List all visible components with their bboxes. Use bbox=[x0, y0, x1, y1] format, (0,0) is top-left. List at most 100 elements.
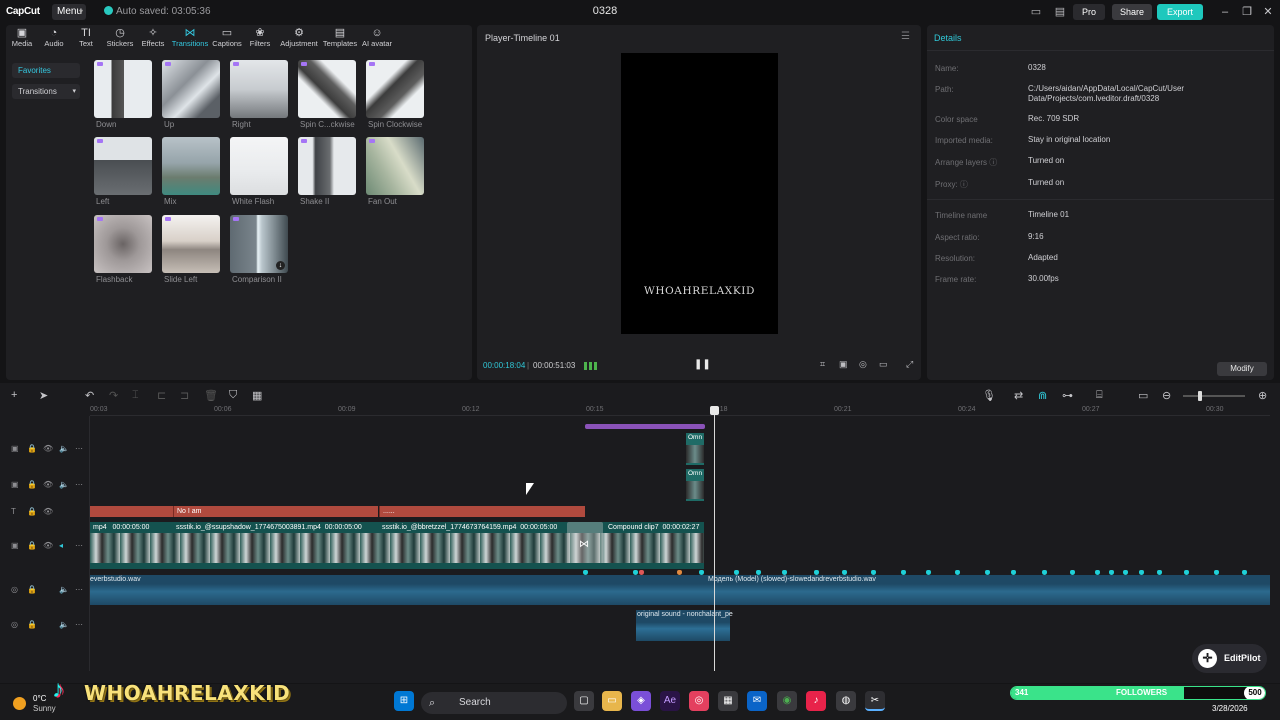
file-explorer-icon[interactable]: ▭ bbox=[602, 691, 622, 711]
chain-icon[interactable]: ⊶ bbox=[1062, 389, 1073, 402]
lock-icon[interactable]: 🔒 bbox=[27, 507, 37, 516]
split-left-icon[interactable]: ⊏ bbox=[157, 389, 166, 402]
shield-icon[interactable]: ⛉ bbox=[229, 389, 237, 402]
transition-thumb-down[interactable] bbox=[94, 60, 152, 118]
share-button[interactable]: Share bbox=[1112, 4, 1152, 20]
audio-clip[interactable]: everbstudio.wav bbox=[90, 575, 708, 605]
transition-thumb-white-flash[interactable] bbox=[230, 137, 288, 195]
transition-thumb-flashback[interactable] bbox=[94, 215, 152, 273]
delete-icon[interactable]: 🗑 bbox=[204, 389, 218, 402]
tool-templates[interactable]: ▤ Templates bbox=[322, 28, 358, 49]
transition-thumb-right[interactable] bbox=[230, 60, 288, 118]
editpilot-button[interactable]: ✛ EditPilot bbox=[1192, 644, 1267, 673]
tool-adjustment[interactable]: ⚙ Adjustment bbox=[278, 28, 320, 49]
more-icon[interactable]: ⋯ bbox=[75, 585, 83, 594]
zoom-in-icon[interactable]: ⊕ bbox=[1258, 389, 1267, 402]
redo-icon[interactable]: ↷ bbox=[109, 389, 118, 402]
speaker-icon[interactable]: 🔈 bbox=[59, 444, 69, 453]
tool-media[interactable]: ▣ Media bbox=[11, 28, 33, 49]
caption-toggle-icon[interactable]: ▭ bbox=[1138, 389, 1148, 402]
select-cursor-icon[interactable]: ➤ bbox=[39, 389, 48, 402]
lock-icon[interactable]: 🔒 bbox=[27, 585, 37, 594]
sidebar-item-favorites[interactable]: Favorites bbox=[12, 63, 80, 78]
tool-effects[interactable]: ✧ Effects bbox=[139, 28, 167, 49]
transition-marker[interactable]: ⋈ bbox=[567, 522, 603, 569]
transition-thumb-spin-clockwise[interactable] bbox=[366, 60, 424, 118]
tool-captions[interactable]: ▭ Captions bbox=[212, 28, 242, 49]
more-icon[interactable]: ⋯ bbox=[75, 541, 83, 550]
split-right-icon[interactable]: ⊐ bbox=[180, 389, 189, 402]
transition-thumb-spin-counterclockwise[interactable] bbox=[298, 60, 356, 118]
layout-icon[interactable]: ▭ bbox=[1027, 5, 1045, 19]
sun-icon[interactable] bbox=[13, 697, 26, 710]
sidebar-item-transitions[interactable]: Transitions ▾ bbox=[12, 84, 80, 99]
lock-icon[interactable]: 🔒 bbox=[27, 541, 37, 550]
capcut-icon[interactable]: ✂ bbox=[865, 691, 885, 711]
tool-ai-avatar[interactable]: ☺ AI avatar bbox=[361, 28, 393, 49]
preview-axis-icon[interactable]: ⌸ bbox=[1096, 389, 1103, 402]
lock-icon[interactable]: 🔒 bbox=[27, 620, 37, 629]
modify-button[interactable]: Modify bbox=[1217, 362, 1267, 376]
more-icon[interactable]: ⋯ bbox=[75, 444, 83, 453]
audio-clip[interactable]: Модель (Model) (slowed)-slowedandreverbs… bbox=[706, 575, 1270, 605]
eye-icon[interactable]: 👁 bbox=[43, 444, 53, 453]
eye-icon[interactable]: 👁 bbox=[43, 480, 53, 489]
speaker-icon[interactable]: 🔈 bbox=[59, 585, 69, 594]
lock-icon[interactable]: 🔒 bbox=[27, 480, 37, 489]
transition-thumb-comparison-ii[interactable]: ↓ bbox=[230, 215, 288, 273]
zoom-slider-handle[interactable] bbox=[1198, 391, 1202, 401]
eye-icon[interactable]: 👁 bbox=[43, 541, 53, 550]
copilot-icon[interactable]: ◈ bbox=[631, 691, 651, 711]
tool-transitions[interactable]: ⋈ Transitions bbox=[170, 28, 210, 49]
effect-clip[interactable] bbox=[585, 424, 705, 429]
magnet-icon[interactable]: ⋒ bbox=[1038, 389, 1047, 402]
screenshot-icon[interactable]: ◎ bbox=[859, 359, 867, 370]
pause-icon[interactable]: ❚❚ bbox=[694, 359, 711, 370]
info-icon[interactable]: ⓘ bbox=[960, 180, 968, 189]
pro-button[interactable]: Pro bbox=[1073, 4, 1105, 20]
eye-icon[interactable]: 👁 bbox=[43, 507, 53, 516]
windows-start-icon[interactable]: ⊞ bbox=[394, 691, 414, 711]
speaker-icon[interactable]: ◂ bbox=[59, 541, 63, 550]
playhead[interactable] bbox=[714, 406, 715, 671]
video-preview[interactable]: WHOAHRELAXKID bbox=[621, 53, 778, 334]
text-clip[interactable]: ...... bbox=[379, 506, 585, 517]
task-view-icon[interactable]: ▢ bbox=[574, 691, 594, 711]
menu-button[interactable]: Menu ▾ bbox=[52, 4, 86, 20]
maximize-icon[interactable]: ❐ bbox=[1239, 5, 1255, 19]
speaker-icon[interactable]: 🔈 bbox=[59, 480, 69, 489]
minimize-icon[interactable]: – bbox=[1217, 5, 1233, 19]
keyboard-icon[interactable]: ▤ bbox=[1051, 5, 1069, 19]
after-effects-icon[interactable]: Ae bbox=[660, 691, 680, 711]
text-clip[interactable]: No I am bbox=[173, 506, 378, 517]
download-icon[interactable]: ↓ bbox=[276, 261, 285, 270]
transition-thumb-left[interactable] bbox=[94, 137, 152, 195]
tool-audio[interactable]: ◔ Audio bbox=[43, 28, 65, 49]
overlay-clip[interactable]: Omn bbox=[686, 433, 704, 465]
time-ruler[interactable]: 00:03 00:06 00:09 00:12 00:15 00:18 00:2… bbox=[90, 404, 1270, 416]
crop-icon[interactable]: ⌗ bbox=[820, 359, 825, 370]
speaker-icon[interactable]: 🔈 bbox=[59, 620, 69, 629]
microphone-icon[interactable]: 🎙 bbox=[982, 389, 996, 402]
zoom-slider[interactable] bbox=[1183, 391, 1245, 401]
info-icon[interactable]: ⓘ bbox=[989, 158, 997, 167]
fullscreen-icon[interactable]: ⤢ bbox=[906, 359, 913, 370]
aspect-ratio-icon[interactable]: ▭ bbox=[879, 359, 888, 370]
tool-text[interactable]: TI Text bbox=[76, 28, 96, 49]
tiktok-icon[interactable]: ♪ bbox=[806, 691, 826, 711]
tool-filters[interactable]: ❀ Filters bbox=[248, 28, 272, 49]
transition-thumb-up[interactable] bbox=[162, 60, 220, 118]
audio-clip[interactable]: original sound - nonchalant_pe bbox=[636, 610, 733, 641]
transition-thumb-shake-ii[interactable] bbox=[298, 137, 356, 195]
app-icon[interactable]: ◍ bbox=[836, 691, 856, 711]
transition-thumb-slide-left[interactable] bbox=[162, 215, 220, 273]
add-icon[interactable]: + bbox=[11, 389, 17, 401]
lock-icon[interactable]: 🔒 bbox=[27, 444, 37, 453]
freeze-frame-icon[interactable]: ▦ bbox=[252, 389, 262, 402]
link-icon[interactable]: ⇄ bbox=[1014, 389, 1023, 402]
overlay-clip[interactable]: Omn bbox=[686, 469, 704, 501]
store-icon[interactable]: ▦ bbox=[718, 691, 738, 711]
instagram-icon[interactable]: ◎ bbox=[689, 691, 709, 711]
tool-stickers[interactable]: ◷ Stickers bbox=[105, 28, 135, 49]
more-icon[interactable]: ⋯ bbox=[75, 480, 83, 489]
